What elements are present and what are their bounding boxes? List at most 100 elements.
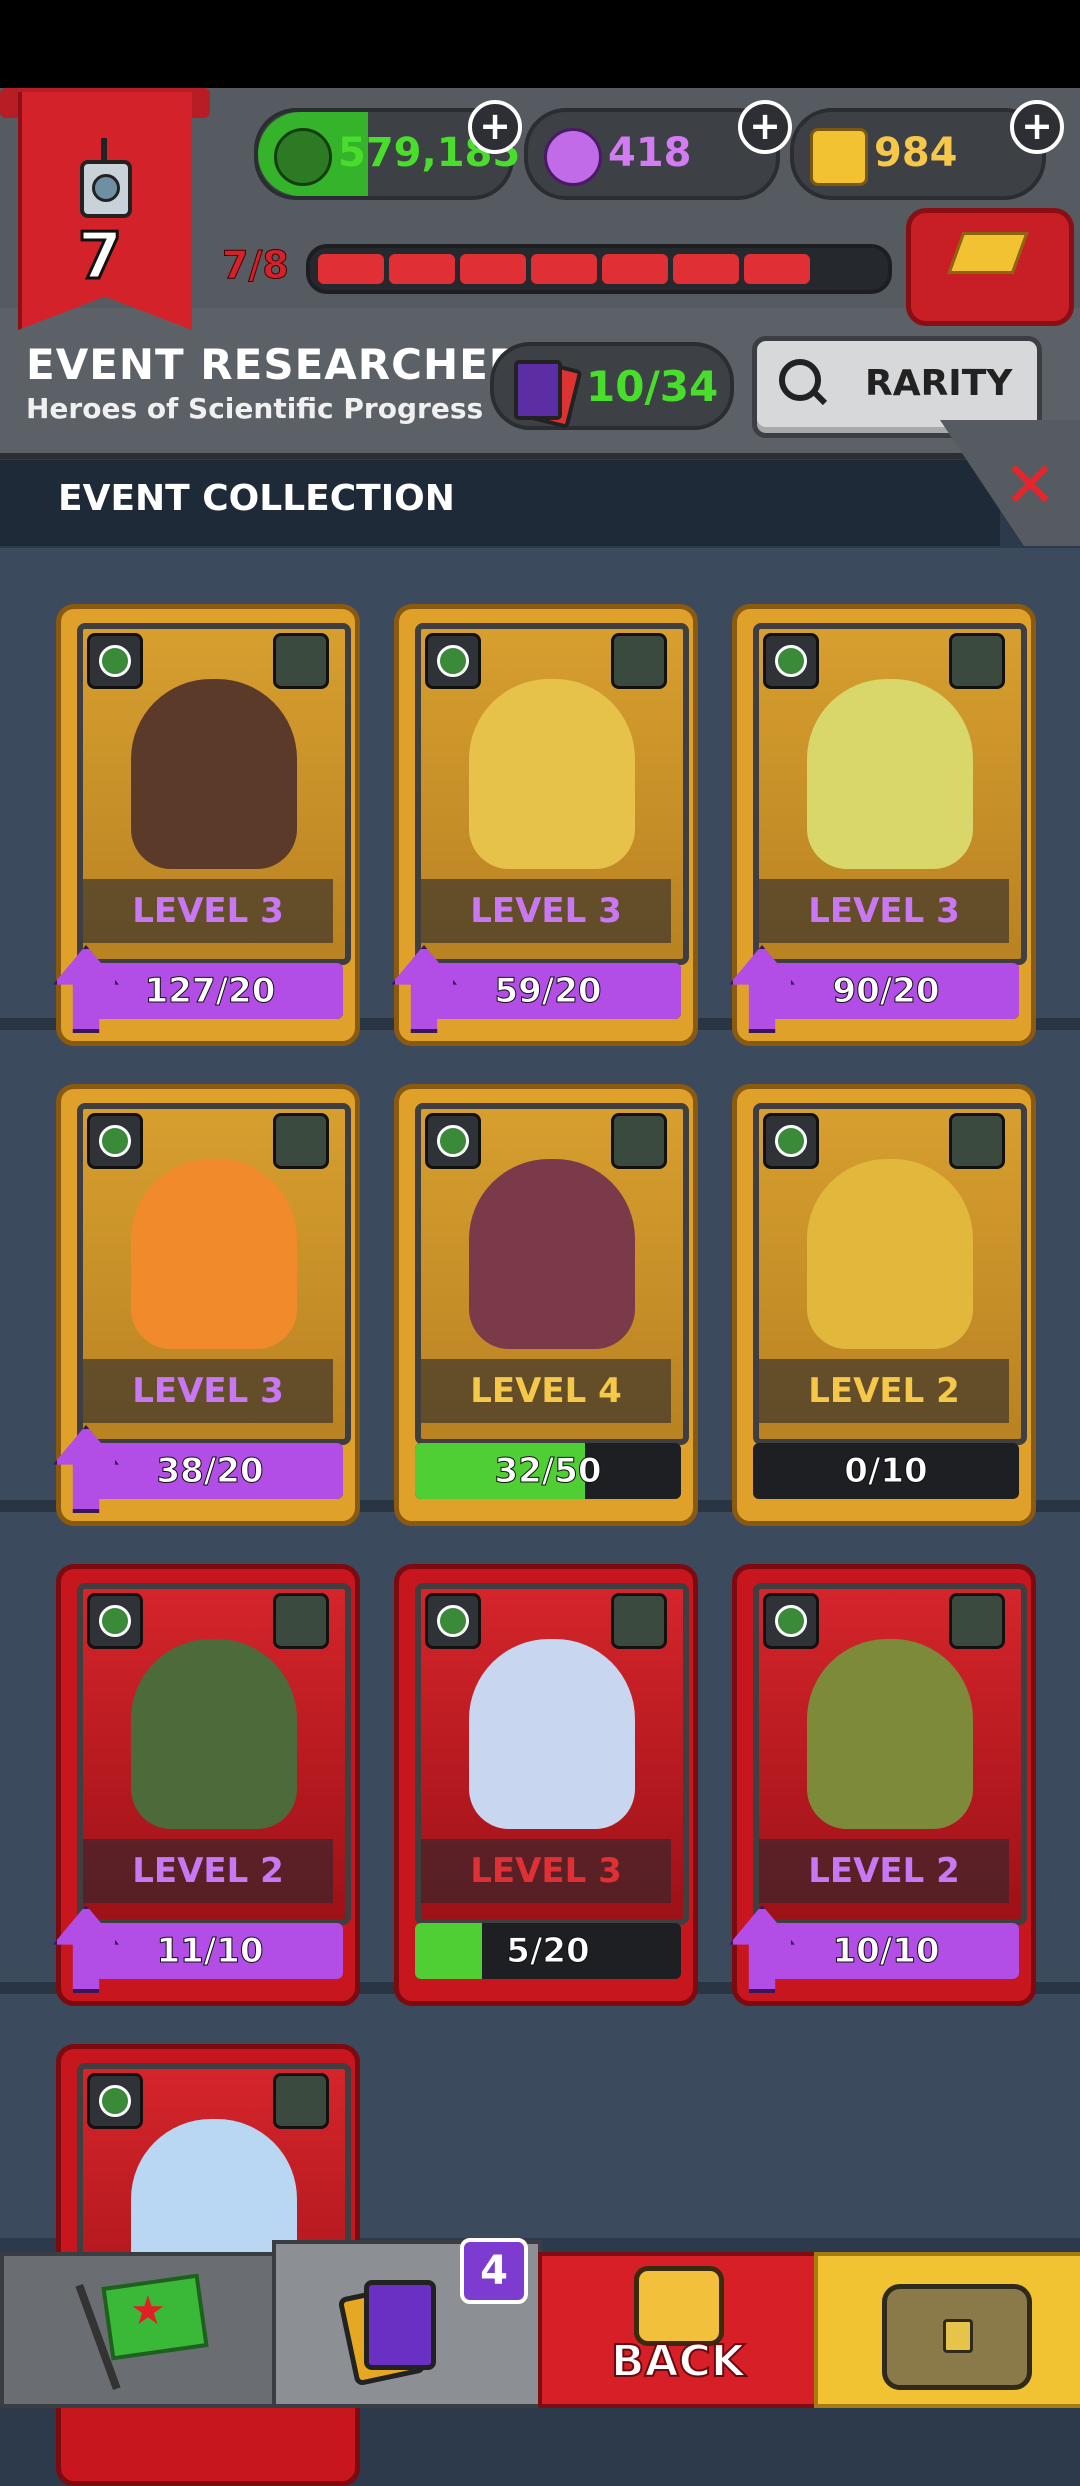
speed-badge-icon — [425, 1593, 481, 1649]
add-gold-currency-button[interactable]: + — [1010, 100, 1064, 154]
card-progress-text: 90/20 — [832, 971, 940, 1012]
speed-badge-icon — [87, 1113, 143, 1169]
card-level: LEVEL 2 — [759, 1839, 1009, 1903]
xp-progress-bar — [306, 244, 892, 294]
xp-segment — [673, 254, 739, 284]
hero-card[interactable]: LEVEL 3 38/20 — [53, 1084, 360, 1526]
card-progress-bar: 59/20 — [415, 963, 681, 1019]
card-progress-text: 0/10 — [844, 1451, 928, 1492]
location-badge-icon — [611, 1113, 667, 1169]
xp-segment — [318, 254, 384, 284]
hero-card[interactable]: LEVEL 3 5/20 — [394, 1564, 698, 2006]
xp-segment — [460, 254, 526, 284]
back-label: BACK — [610, 2335, 746, 2388]
cards-notification-badge: 4 — [460, 2238, 528, 2304]
card-level: LEVEL 2 — [83, 1839, 333, 1903]
card-progress-bar: 90/20 — [753, 963, 1019, 1019]
dragon-icon — [274, 128, 332, 186]
card-progress-text: 11/10 — [156, 1931, 264, 1972]
card-progress-text: 38/20 — [156, 1451, 264, 1492]
hero-portrait — [469, 1639, 635, 1829]
card-progress-bar: 0/10 — [753, 1443, 1019, 1499]
location-badge-icon — [949, 633, 1005, 689]
close-icon[interactable]: ✕ — [1002, 454, 1058, 518]
hero-card[interactable]: LEVEL 2 11/10 — [53, 1564, 360, 2006]
card-progress-bar: 38/20 — [77, 1443, 343, 1499]
hero-portrait — [807, 1639, 973, 1829]
gold-currency-value: 984 — [874, 130, 958, 176]
xp-segment — [531, 254, 597, 284]
card-progress-bar: 32/50 — [415, 1443, 681, 1499]
hero-card[interactable]: LEVEL 2 10/10 — [729, 1564, 1036, 2006]
nav-chest-button[interactable] — [814, 2252, 1080, 2408]
speed-badge-icon — [87, 1593, 143, 1649]
gold-bar-icon — [810, 128, 868, 186]
card-level: LEVEL 2 — [759, 1359, 1009, 1423]
speed-badge-icon — [425, 633, 481, 689]
hero-portrait — [807, 679, 973, 869]
card-level: LEVEL 3 — [83, 879, 333, 943]
speed-badge-icon — [87, 633, 143, 689]
nav-campaign-button[interactable]: ★ — [0, 2252, 276, 2408]
card-progress-text: 5/20 — [506, 1931, 590, 1972]
xp-segment — [389, 254, 455, 284]
event-title: EVENT RESEARCHERS — [26, 340, 554, 389]
location-badge-icon — [949, 1593, 1005, 1649]
card-progress-text: 32/50 — [494, 1451, 602, 1492]
xp-progress-label: 7/8 — [222, 243, 290, 288]
card-level: LEVEL 3 — [759, 879, 1009, 943]
card-progress-bar: 11/10 — [77, 1923, 343, 1979]
bottom-nav: ★ 4 BACK — [0, 2238, 1080, 2408]
location-badge-icon — [611, 633, 667, 689]
add-potion-currency-button[interactable]: + — [738, 100, 792, 154]
location-badge-icon — [273, 2073, 329, 2129]
event-subtitle: Heroes of Scientific Progress — [26, 392, 484, 425]
speed-badge-icon — [425, 1113, 481, 1169]
location-badge-icon — [949, 1113, 1005, 1169]
card-progress-bar: 127/20 — [77, 963, 343, 1019]
add-dragon-currency-button[interactable]: + — [468, 100, 522, 154]
hero-card[interactable]: LEVEL 3 127/20 — [53, 604, 360, 1046]
card-back-icon — [514, 360, 562, 420]
location-badge-icon — [273, 633, 329, 689]
hero-portrait — [131, 679, 297, 869]
speed-badge-icon — [763, 633, 819, 689]
speed-badge-icon — [87, 2073, 143, 2129]
star-icon: ★ — [130, 2288, 166, 2334]
card-progress-bar: 5/20 — [415, 1923, 681, 1979]
hero-card[interactable]: LEVEL 3 59/20 — [391, 604, 698, 1046]
location-badge-icon — [273, 1113, 329, 1169]
card-level: LEVEL 4 — [421, 1359, 671, 1423]
card-grid: LEVEL 3 127/20 LEVEL 3 59/20 LEVEL 3 90/20 LEV… — [0, 548, 1080, 2486]
potion-currency-value: 418 — [608, 130, 692, 176]
hero-portrait — [131, 1159, 297, 1349]
hero-portrait — [807, 1159, 973, 1349]
nav-back-button[interactable]: BACK — [538, 2252, 818, 2408]
card-progress-bar: 10/10 — [753, 1923, 1019, 1979]
robot-icon — [80, 138, 132, 218]
hero-card[interactable]: LEVEL 4 32/50 — [394, 1084, 698, 1526]
cards-icon — [364, 2280, 436, 2370]
collection-label: EVENT COLLECTION — [58, 478, 455, 519]
xp-segment — [744, 254, 810, 284]
treasure-chest-icon — [882, 2284, 1032, 2390]
hero-portrait — [469, 679, 635, 869]
fist-icon — [634, 2266, 724, 2346]
location-badge-icon — [611, 1593, 667, 1649]
card-progress-text: 10/10 — [832, 1931, 940, 1972]
search-icon — [779, 359, 821, 401]
nav-cards-button[interactable]: 4 — [272, 2238, 542, 2408]
card-level: LEVEL 3 — [83, 1359, 333, 1423]
xp-segment — [602, 254, 668, 284]
card-progress-text: 127/20 — [144, 971, 276, 1012]
hero-portrait — [131, 1639, 297, 1829]
card-level: LEVEL 3 — [421, 879, 671, 943]
player-level: 7 — [76, 219, 124, 296]
rarity-button-label: RARITY — [865, 363, 1013, 404]
speed-badge-icon — [763, 1113, 819, 1169]
hero-card[interactable]: LEVEL 2 0/10 — [732, 1084, 1036, 1526]
hero-card[interactable]: LEVEL 3 90/20 — [729, 604, 1036, 1046]
card-progress-text: 59/20 — [494, 971, 602, 1012]
gold-currency-pill[interactable]: 984 — [790, 108, 1046, 200]
potion-icon — [544, 128, 602, 186]
